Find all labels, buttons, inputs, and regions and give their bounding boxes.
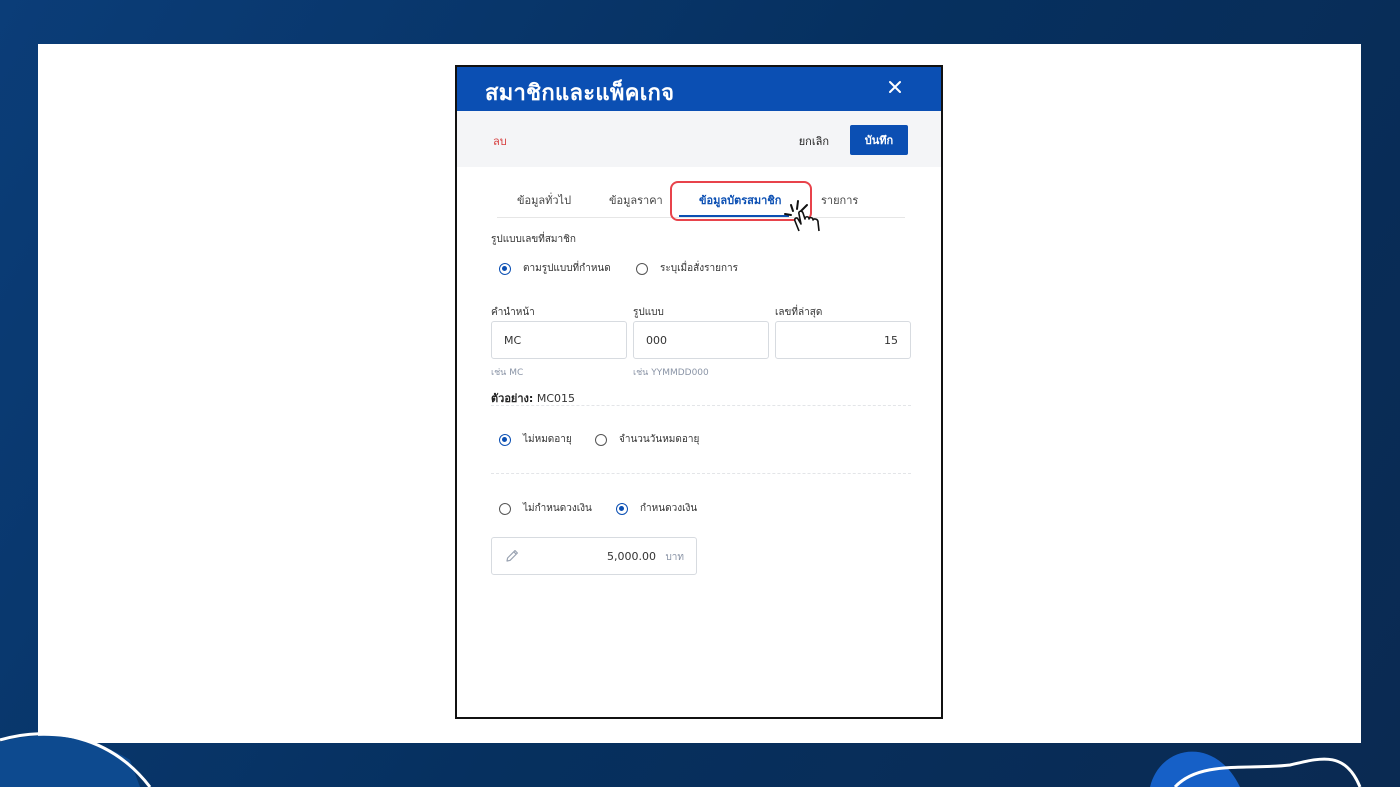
delete-button[interactable]: ลบ bbox=[493, 132, 507, 150]
active-tab-underline bbox=[679, 215, 789, 217]
radio-label: กำหนดวงเงิน bbox=[640, 503, 698, 514]
example-label: ตัวอย่าง: bbox=[491, 392, 534, 405]
tab-general-info[interactable]: ข้อมูลทั่วไป bbox=[517, 191, 571, 209]
credit-amount-unit: บาท bbox=[665, 552, 684, 563]
close-button[interactable] bbox=[885, 77, 905, 97]
radio-checked-icon bbox=[616, 502, 628, 515]
tab-price-info[interactable]: ข้อมูลราคา bbox=[609, 191, 663, 209]
prefix-hint: เช่น MC bbox=[491, 368, 524, 378]
last-number-input[interactable] bbox=[775, 321, 911, 359]
prefix-input[interactable] bbox=[491, 321, 627, 359]
divider bbox=[491, 405, 911, 406]
prefix-label: คำนำหน้า bbox=[491, 307, 535, 318]
format-hint: เช่น YYMMDD000 bbox=[633, 368, 709, 378]
modal-toolbar: ลบ ยกเลิก บันทึก bbox=[457, 111, 941, 167]
close-icon bbox=[889, 81, 901, 93]
radio-unchecked-icon bbox=[595, 433, 607, 446]
member-package-modal: สมาชิกและแพ็คเกจ ลบ ยกเลิก บันทึก ข้อมูล… bbox=[455, 65, 943, 719]
pencil-icon bbox=[506, 550, 518, 562]
radio-label: ไม่กำหนดวงเงิน bbox=[523, 503, 592, 514]
modal-title: สมาชิกและแพ็คเกจ bbox=[485, 81, 675, 106]
tab-member-card-info[interactable]: ข้อมูลบัตรสมาชิก bbox=[699, 191, 781, 209]
radio-label: ระบุเมื่อสั่งรายการ bbox=[660, 263, 738, 274]
radio-unchecked-icon bbox=[499, 502, 511, 515]
radio-no-credit-limit[interactable]: ไม่กำหนดวงเงิน bbox=[499, 501, 592, 516]
radio-expiry-days[interactable]: จำนวนวันหมดอายุ bbox=[595, 432, 699, 447]
radio-unchecked-icon bbox=[636, 262, 648, 275]
radio-checked-icon bbox=[499, 433, 511, 446]
last-number-label: เลขที่ล่าสุด bbox=[775, 307, 823, 318]
radio-label: ตามรูปแบบที่กำหนด bbox=[523, 263, 611, 274]
radio-set-credit-limit[interactable]: กำหนดวงเงิน bbox=[616, 501, 697, 516]
modal-header: สมาชิกและแพ็คเกจ bbox=[457, 67, 941, 111]
member-number-format-label: รูปแบบเลขที่สมาชิก bbox=[491, 234, 576, 245]
divider bbox=[491, 473, 911, 474]
example-value: MC015 bbox=[536, 392, 575, 405]
credit-amount-input[interactable]: 5,000.00 บาท bbox=[491, 537, 697, 575]
radio-preset-format[interactable]: ตามรูปแบบที่กำหนด bbox=[499, 261, 611, 276]
save-button[interactable]: บันทึก bbox=[850, 125, 908, 155]
credit-amount-value: 5,000.00 bbox=[607, 550, 656, 563]
cancel-button[interactable]: ยกเลิก bbox=[799, 132, 829, 150]
format-label: รูปแบบ bbox=[633, 307, 664, 318]
radio-checked-icon bbox=[499, 262, 511, 275]
radio-specify-on-order[interactable]: ระบุเมื่อสั่งรายการ bbox=[636, 261, 738, 276]
pointer-hand-icon bbox=[784, 200, 820, 232]
tab-bar: ข้อมูลทั่วไป ข้อมูลราคา ข้อมูลบัตรสมาชิก… bbox=[497, 183, 905, 218]
radio-label: ไม่หมดอายุ bbox=[523, 434, 572, 445]
format-input[interactable] bbox=[633, 321, 769, 359]
radio-label: จำนวนวันหมดอายุ bbox=[619, 434, 700, 445]
radio-no-expiry[interactable]: ไม่หมดอายุ bbox=[499, 432, 572, 447]
